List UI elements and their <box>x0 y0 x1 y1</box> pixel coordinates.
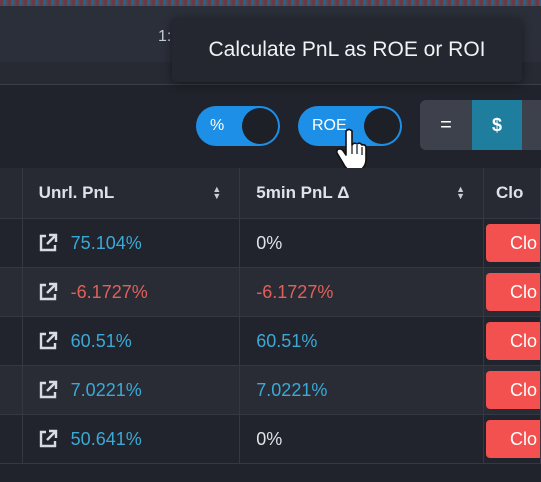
percent-toggle[interactable]: % <box>196 106 280 146</box>
unrealized-pnl-value: 7.0221% <box>70 379 142 400</box>
equals-option[interactable]: = <box>420 100 472 150</box>
pnl-delta-value: 0% <box>256 232 283 253</box>
unrealized-pnl-value: 60.51% <box>70 330 132 351</box>
unrealized-pnl-value: 50.641% <box>70 428 142 449</box>
header-label: 5min PnL Δ <box>256 183 350 202</box>
external-link-icon[interactable] <box>37 232 59 254</box>
toggle-knob <box>242 108 278 144</box>
header-spacer <box>0 168 23 219</box>
header-unrealized-pnl[interactable]: Unrl. PnL ▲ ▼ <box>22 168 241 219</box>
sort-icon[interactable]: ▲ ▼ <box>212 185 221 201</box>
header-5min-pnl-delta[interactable]: 5min PnL Δ ▲ ▼ <box>239 168 485 219</box>
pnl-delta-value: -6.1727% <box>256 281 334 302</box>
roe-roi-tooltip: Calculate PnL as ROE or ROI <box>172 18 522 82</box>
table-row: 7.0221% 7.0221% Clo <box>0 365 541 415</box>
close-position-button[interactable]: Clo <box>486 224 540 262</box>
unrealized-pnl-value: -6.1727% <box>70 281 148 302</box>
topbar-partial-text: 1: <box>158 28 172 45</box>
external-link-icon[interactable] <box>37 330 59 352</box>
close-position-button[interactable]: Clo <box>486 420 540 458</box>
close-position-button[interactable]: Clo <box>486 371 540 409</box>
external-link-icon[interactable] <box>37 379 59 401</box>
pnl-delta-value: 0% <box>256 428 283 449</box>
external-link-icon[interactable] <box>37 428 59 450</box>
pnl-delta-value: 7.0221% <box>256 379 328 400</box>
unrealized-pnl-value: 75.104% <box>70 232 142 253</box>
header-label: Clo <box>496 183 524 202</box>
table-header-row: Unrl. PnL ▲ ▼ 5min PnL Δ ▲ ▼ Clo <box>0 168 541 219</box>
external-link-icon[interactable] <box>37 281 59 303</box>
display-mode-segmented-control: = $ <box>420 100 541 150</box>
positions-table: Unrl. PnL ▲ ▼ 5min PnL Δ ▲ ▼ Clo 75.104% 0… <box>0 168 541 464</box>
sort-icon[interactable]: ▲ ▼ <box>456 185 465 201</box>
header-close: Clo <box>483 168 541 219</box>
table-row: 75.104% 0% Clo <box>0 218 541 268</box>
tooltip-text: Calculate PnL as ROE or ROI <box>208 38 486 61</box>
table-row: -6.1727% -6.1727% Clo <box>0 267 541 317</box>
close-position-button[interactable]: Clo <box>486 273 540 311</box>
dollar-option[interactable]: $ <box>472 100 522 150</box>
header-label: Unrl. PnL <box>38 183 115 202</box>
close-position-button[interactable]: Clo <box>486 322 540 360</box>
hand-pointer-cursor-icon <box>336 128 367 172</box>
table-row: 60.51% 60.51% Clo <box>0 316 541 366</box>
table-row: 50.641% 0% Clo <box>0 414 541 464</box>
percent-toggle-label: % <box>210 117 225 134</box>
pnl-delta-value: 60.51% <box>256 330 318 351</box>
